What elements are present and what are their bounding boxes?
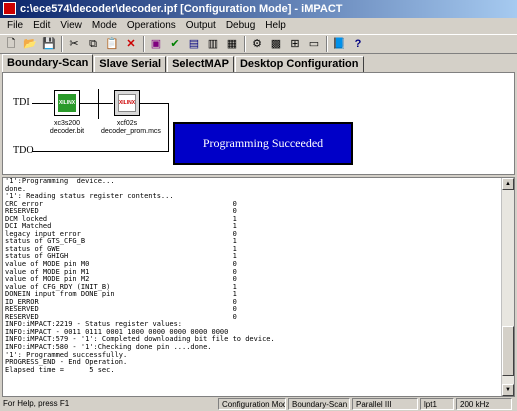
toolbar: 🗋 📂 💾 ✂ ⧉ 📋 ✕ ▣ ✔ ▤ ▥ ▦ ⚙ ▩ ⊞ ▭ 📘 ? bbox=[0, 34, 517, 54]
erase-icon[interactable]: ▤ bbox=[186, 36, 202, 52]
scroll-up-icon[interactable]: ▲ bbox=[502, 178, 514, 190]
window-title: c:\ece574\decoder\decoder.ipf [Configura… bbox=[20, 3, 343, 15]
open-icon[interactable]: 📂 bbox=[22, 36, 38, 52]
fpga-device[interactable]: XILINX bbox=[54, 90, 80, 116]
console-panel: '1':Programming device... done. '1': Readi… bbox=[2, 177, 515, 397]
window-icon[interactable]: ▭ bbox=[306, 36, 322, 52]
prom-device[interactable]: XILINX bbox=[114, 90, 140, 116]
tdi-label: TDI bbox=[13, 97, 30, 108]
console-output: '1':Programming device... done. '1': Readi… bbox=[5, 178, 501, 374]
menu-view[interactable]: View bbox=[55, 18, 87, 34]
toolbar-separator bbox=[61, 36, 63, 52]
programming-status-banner: Programming Succeeded bbox=[173, 122, 353, 165]
menu-debug[interactable]: Debug bbox=[221, 18, 260, 34]
mode-tabs: Boundary-Scan Slave Serial SelectMAP Des… bbox=[0, 54, 517, 72]
prom-device-file: decoder_prom.mcs bbox=[101, 128, 161, 135]
tab-slave-serial[interactable]: Slave Serial bbox=[94, 56, 167, 72]
status-bar: For Help, press F1 Configuration Mode Bo… bbox=[0, 397, 517, 411]
menu-edit[interactable]: Edit bbox=[28, 18, 55, 34]
status-scan: Boundary-Scan bbox=[288, 398, 350, 410]
verify-icon[interactable]: ✔ bbox=[167, 36, 183, 52]
console-scrollbar[interactable]: ▲ ▼ bbox=[501, 178, 514, 396]
menu-operations[interactable]: Operations bbox=[122, 18, 181, 34]
toolbar-separator bbox=[143, 36, 145, 52]
console-line: '1':Programming device... bbox=[5, 177, 115, 185]
copy-icon[interactable]: ⧉ bbox=[85, 36, 101, 52]
menu-file[interactable]: File bbox=[2, 18, 28, 34]
tdo-label: TDO bbox=[13, 145, 34, 156]
tab-desktop-configuration[interactable]: Desktop Configuration bbox=[234, 56, 364, 72]
impact-app-icon[interactable] bbox=[3, 2, 16, 15]
menu-bar: File Edit View Mode Operations Output De… bbox=[0, 18, 517, 34]
status-speed: 200 kHz bbox=[456, 398, 512, 410]
new-icon[interactable]: 🗋 bbox=[3, 36, 19, 52]
scroll-thumb[interactable] bbox=[502, 326, 514, 376]
status-help: For Help, press F1 bbox=[3, 399, 70, 408]
status-port: lpt1 bbox=[420, 398, 454, 410]
program-icon[interactable]: ▣ bbox=[148, 36, 164, 52]
readback-icon[interactable]: ▥ bbox=[205, 36, 221, 52]
fpga-device-name: xc3s200 bbox=[53, 120, 81, 127]
menu-help[interactable]: Help bbox=[260, 18, 291, 34]
tab-selectmap[interactable]: SelectMAP bbox=[167, 56, 234, 72]
chain-wire bbox=[140, 103, 168, 104]
toolbar-separator bbox=[244, 36, 246, 52]
tdo-wire bbox=[32, 151, 169, 152]
prom-chip-icon: XILINX bbox=[118, 94, 136, 112]
console-line: Elapsed time = 5 sec. bbox=[5, 365, 115, 374]
menu-mode[interactable]: Mode bbox=[87, 18, 122, 34]
boundary-scan-canvas[interactable]: TDI TDO XILINX xc3s200 decoder.bit XILIN… bbox=[2, 72, 515, 175]
status-mode: Configuration Mode bbox=[218, 398, 286, 410]
fpga-device-label: xc3s200 decoder.bit bbox=[47, 120, 87, 136]
prom-device-name: xcf02s bbox=[116, 120, 138, 127]
cable-icon[interactable]: ⊞ bbox=[287, 36, 303, 52]
paste-icon[interactable]: 📋 bbox=[104, 36, 120, 52]
chain-wire bbox=[98, 89, 99, 119]
prom-device-label: xcf02s decoder_prom.mcs bbox=[101, 120, 161, 136]
cut-icon[interactable]: ✂ bbox=[66, 36, 82, 52]
config-icon[interactable]: ⚙ bbox=[249, 36, 265, 52]
chain-wire bbox=[168, 103, 169, 151]
whats-this-icon[interactable]: ? bbox=[350, 36, 366, 52]
id-icon[interactable]: ▦ bbox=[224, 36, 240, 52]
delete-icon[interactable]: ✕ bbox=[123, 36, 139, 52]
chip-icon[interactable]: ▩ bbox=[268, 36, 284, 52]
fpga-device-file: decoder.bit bbox=[49, 128, 85, 135]
menu-output[interactable]: Output bbox=[181, 18, 221, 34]
save-icon[interactable]: 💾 bbox=[41, 36, 57, 52]
toolbar-separator bbox=[326, 36, 328, 52]
scroll-down-icon[interactable]: ▼ bbox=[502, 384, 514, 396]
title-bar: c:\ece574\decoder\decoder.ipf [Configura… bbox=[0, 0, 517, 18]
status-cable: Parallel III bbox=[352, 398, 418, 410]
help-icon[interactable]: 📘 bbox=[331, 36, 347, 52]
chain-wire bbox=[80, 103, 113, 104]
tab-boundary-scan[interactable]: Boundary-Scan bbox=[2, 54, 94, 72]
fpga-chip-icon: XILINX bbox=[58, 94, 76, 112]
tdi-wire bbox=[32, 103, 53, 104]
